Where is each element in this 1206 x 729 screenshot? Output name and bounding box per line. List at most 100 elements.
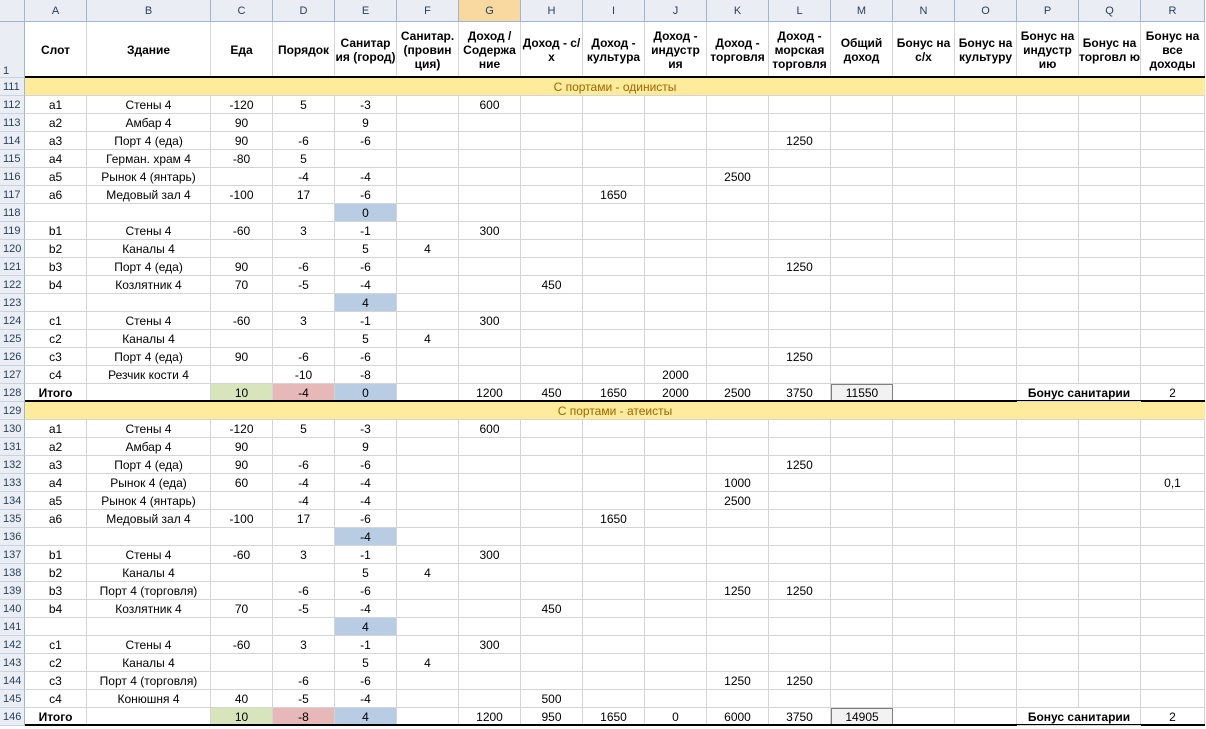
empty-cell[interactable] xyxy=(769,294,831,312)
empty-cell[interactable] xyxy=(645,690,707,708)
empty-cell[interactable] xyxy=(583,672,645,690)
empty-cell[interactable] xyxy=(645,114,707,132)
empty-cell[interactable] xyxy=(893,96,955,114)
empty-cell[interactable] xyxy=(1017,294,1079,312)
empty-cell[interactable] xyxy=(769,312,831,330)
empty-cell[interactable] xyxy=(521,348,583,366)
empty-cell[interactable] xyxy=(955,186,1017,204)
empty-cell[interactable] xyxy=(955,474,1017,492)
empty-cell[interactable] xyxy=(645,204,707,222)
empty-cell[interactable] xyxy=(583,168,645,186)
column-header-k[interactable]: K xyxy=(707,0,769,22)
empty-cell[interactable] xyxy=(1079,546,1141,564)
empty-cell[interactable] xyxy=(583,528,645,546)
column-title-cell[interactable]: Доход - с/х xyxy=(521,22,583,78)
row-header[interactable]: 1 xyxy=(0,22,25,78)
empty-cell[interactable] xyxy=(1079,492,1141,510)
empty-cell[interactable] xyxy=(335,150,397,168)
cell-e[interactable]: -6 xyxy=(335,582,397,600)
cell-e[interactable]: -4 xyxy=(335,276,397,294)
empty-cell[interactable] xyxy=(769,168,831,186)
empty-cell[interactable] xyxy=(397,492,459,510)
cell-b[interactable]: Каналы 4 xyxy=(87,564,211,582)
empty-cell[interactable] xyxy=(521,96,583,114)
empty-cell[interactable] xyxy=(1017,654,1079,672)
empty-cell[interactable] xyxy=(1141,150,1205,168)
cell-b[interactable]: Стены 4 xyxy=(87,222,211,240)
empty-cell[interactable] xyxy=(521,366,583,384)
cell-l[interactable]: 1250 xyxy=(769,348,831,366)
cell-d[interactable]: 3 xyxy=(273,312,335,330)
cell-d[interactable]: 3 xyxy=(273,546,335,564)
empty-cell[interactable] xyxy=(521,618,583,636)
empty-cell[interactable] xyxy=(273,618,335,636)
cell-a[interactable]: a3 xyxy=(25,132,87,150)
empty-cell[interactable] xyxy=(769,636,831,654)
empty-cell[interactable] xyxy=(707,294,769,312)
empty-cell[interactable] xyxy=(583,420,645,438)
section-banner[interactable]: С портами - атеисты xyxy=(25,402,1205,420)
empty-cell[interactable] xyxy=(893,366,955,384)
empty-cell[interactable] xyxy=(831,528,893,546)
empty-cell[interactable] xyxy=(645,600,707,618)
empty-cell[interactable] xyxy=(1141,366,1205,384)
empty-cell[interactable] xyxy=(645,420,707,438)
empty-cell[interactable] xyxy=(521,582,583,600)
cell-g[interactable]: 300 xyxy=(459,222,521,240)
empty-cell[interactable] xyxy=(1017,546,1079,564)
cell-a[interactable]: a6 xyxy=(25,510,87,528)
cell-a[interactable]: b1 xyxy=(25,546,87,564)
empty-cell[interactable] xyxy=(707,330,769,348)
empty-cell[interactable] xyxy=(707,276,769,294)
empty-cell[interactable] xyxy=(645,492,707,510)
empty-cell[interactable] xyxy=(459,564,521,582)
column-header-i[interactable]: I xyxy=(583,0,645,22)
cell-b[interactable]: Резчик кости 4 xyxy=(87,366,211,384)
empty-cell[interactable] xyxy=(1079,474,1141,492)
empty-cell[interactable] xyxy=(645,330,707,348)
empty-cell[interactable] xyxy=(831,474,893,492)
cell-b[interactable]: Порт 4 (еда) xyxy=(87,348,211,366)
empty-cell[interactable] xyxy=(769,150,831,168)
empty-cell[interactable] xyxy=(1141,582,1205,600)
column-title-cell[interactable]: Бонус на все доходы xyxy=(1141,22,1205,78)
cell-b[interactable]: Порт 4 (торговля) xyxy=(87,582,211,600)
empty-cell[interactable] xyxy=(1017,600,1079,618)
row-header[interactable]: 118 xyxy=(0,204,25,222)
cell-e[interactable]: -6 xyxy=(335,348,397,366)
cell-h[interactable]: 450 xyxy=(521,276,583,294)
column-header-l[interactable]: L xyxy=(769,0,831,22)
cell-a[interactable]: a1 xyxy=(25,420,87,438)
cell-f[interactable]: 4 xyxy=(397,330,459,348)
empty-cell[interactable] xyxy=(273,438,335,456)
cell-a[interactable]: a4 xyxy=(25,474,87,492)
row-header[interactable]: 127 xyxy=(0,366,25,384)
empty-cell[interactable] xyxy=(893,258,955,276)
cell-a[interactable]: b3 xyxy=(25,258,87,276)
cell-b[interactable]: Стены 4 xyxy=(87,546,211,564)
empty-cell[interactable] xyxy=(459,618,521,636)
empty-cell[interactable] xyxy=(707,222,769,240)
empty-cell[interactable] xyxy=(769,564,831,582)
row-header[interactable]: 132 xyxy=(0,456,25,474)
empty-cell[interactable] xyxy=(521,672,583,690)
empty-cell[interactable] xyxy=(1141,186,1205,204)
cell-b[interactable]: Порт 4 (торговля) xyxy=(87,672,211,690)
empty-cell[interactable] xyxy=(645,618,707,636)
empty-cell[interactable] xyxy=(397,618,459,636)
empty-cell[interactable] xyxy=(459,240,521,258)
cell-c[interactable]: 70 xyxy=(211,600,273,618)
cell-c[interactable]: 90 xyxy=(211,456,273,474)
row-header[interactable]: 120 xyxy=(0,240,25,258)
empty-cell[interactable] xyxy=(583,654,645,672)
empty-cell[interactable] xyxy=(1079,132,1141,150)
empty-cell[interactable] xyxy=(1079,654,1141,672)
column-title-cell[interactable]: Доход / Содержа ние xyxy=(459,22,521,78)
empty-cell[interactable] xyxy=(707,456,769,474)
empty-cell[interactable] xyxy=(955,240,1017,258)
empty-cell[interactable] xyxy=(397,132,459,150)
empty-cell[interactable] xyxy=(893,690,955,708)
empty-cell[interactable] xyxy=(831,240,893,258)
empty-cell[interactable] xyxy=(955,618,1017,636)
empty-cell[interactable] xyxy=(583,456,645,474)
